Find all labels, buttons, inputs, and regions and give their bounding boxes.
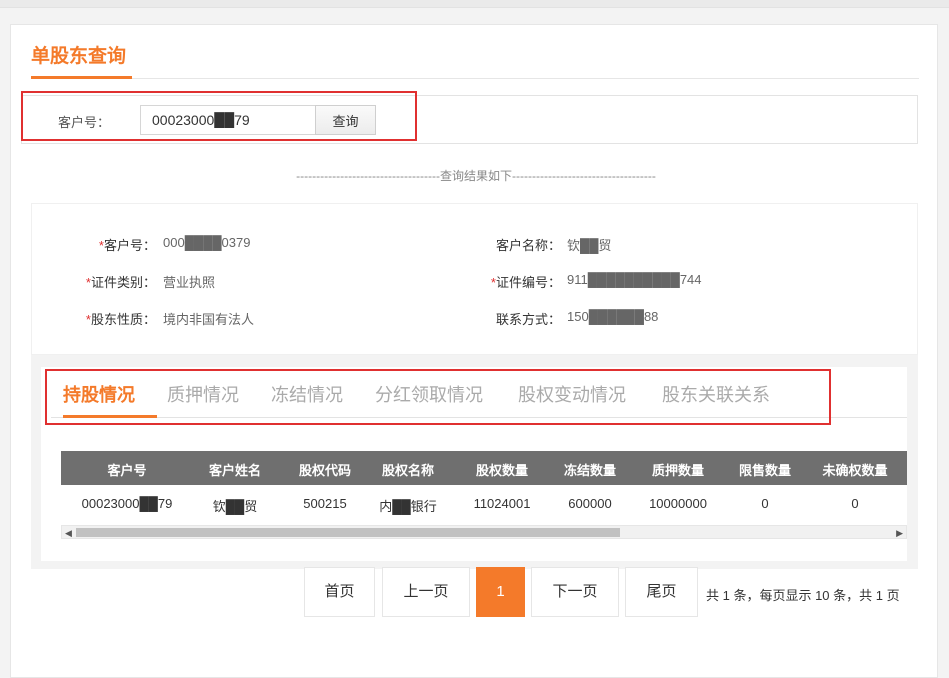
- col-customer-no[interactable]: 客户号: [71, 460, 183, 479]
- customer-no-input[interactable]: [140, 105, 316, 135]
- contact-label: 联系方式：: [495, 312, 561, 327]
- result-divider: ------------------------------------查询结果…: [296, 169, 656, 183]
- last-page-button[interactable]: 尾页: [625, 567, 698, 617]
- tabs-panel: 持股情况 质押情况 冻结情况 分红领取情况 股权变动情况 股东关联关系 客户号 …: [41, 367, 907, 561]
- cert-no-value: 911██████████744: [567, 272, 702, 287]
- tab-freeze[interactable]: 冻结情况: [271, 381, 343, 407]
- tab-holder-relation[interactable]: 股东关联关系: [662, 381, 770, 407]
- table-header: 客户号 客户姓名 股权代码 股权名称 股权数量 冻结数量 质押数量 限售数量 未…: [61, 451, 907, 485]
- top-bar: [0, 0, 949, 8]
- holder-nature-value: 境内非国有法人: [163, 312, 255, 327]
- search-panel: 客户号： 查询: [21, 95, 918, 144]
- cell-equity-qty: 11024001: [473, 496, 531, 511]
- holdings-table: 客户号 客户姓名 股权代码 股权名称 股权数量 冻结数量 质押数量 限售数量 未…: [61, 451, 907, 545]
- table-row[interactable]: 00023000██79 钦██贸 500215 内██银行 11024001 …: [61, 485, 907, 523]
- main-card: 单股东查询 客户号： 查询 --------------------------…: [10, 24, 938, 678]
- col-customer-name[interactable]: 客户姓名: [191, 460, 279, 479]
- col-freeze-qty[interactable]: 冻结数量: [546, 460, 634, 479]
- cell-customer-no: 00023000██79: [81, 496, 173, 511]
- tab-baseline: [51, 417, 907, 418]
- col-pledge-qty[interactable]: 质押数量: [634, 460, 722, 479]
- tab-equity-change[interactable]: 股权变动情况: [518, 381, 626, 407]
- col-equity-code[interactable]: 股权代码: [281, 460, 369, 479]
- tab-holdings[interactable]: 持股情况: [63, 381, 135, 407]
- customer-info-panel: *客户号： 000████0379 客户名称： 钦██贸 *证件类别： 营业执照…: [31, 203, 918, 355]
- cert-type-label: *证件类别：: [85, 275, 156, 290]
- contact-value: 150██████88: [567, 309, 659, 324]
- cell-unconfirmed-qty: 0: [851, 496, 859, 511]
- tab-pledge[interactable]: 质押情况: [167, 381, 239, 407]
- customer-no-value: 000████0379: [163, 235, 251, 250]
- tab-dividend[interactable]: 分红领取情况: [375, 381, 483, 407]
- scroll-left-icon[interactable]: ◀: [65, 528, 72, 539]
- col-restricted-qty[interactable]: 限售数量: [721, 460, 809, 479]
- customer-name-value: 钦██贸: [567, 238, 612, 253]
- holder-nature-label: *股东性质：: [85, 312, 156, 327]
- cert-type-value: 营业执照: [163, 275, 216, 290]
- cert-no-label: *证件编号：: [490, 275, 561, 290]
- first-page-button[interactable]: 首页: [304, 567, 375, 617]
- customer-name-label: 客户名称：: [495, 238, 561, 253]
- query-button[interactable]: 查询: [315, 105, 376, 135]
- cell-equity-code: 500215: [303, 496, 347, 511]
- tabs-area: 持股情况 质押情况 冻结情况 分红领取情况 股权变动情况 股东关联关系 客户号 …: [31, 355, 918, 569]
- scroll-right-icon[interactable]: ▶: [896, 528, 903, 539]
- cell-customer-name: 钦██贸: [212, 499, 258, 514]
- title-divider: [31, 78, 919, 79]
- cell-equity-name: 内██银行: [379, 499, 437, 514]
- active-tab-underline: [63, 415, 157, 418]
- next-page-button[interactable]: 下一页: [531, 567, 619, 617]
- cell-freeze-qty: 600000: [568, 496, 612, 511]
- search-label: 客户号：: [58, 115, 111, 130]
- prev-page-button[interactable]: 上一页: [382, 567, 470, 617]
- page-1-button[interactable]: 1: [476, 567, 525, 617]
- col-equity-qty[interactable]: 股权数量: [458, 460, 546, 479]
- col-unconfirmed-qty[interactable]: 未确权数量: [809, 460, 901, 479]
- horizontal-scrollbar[interactable]: ◀ ▶: [61, 525, 907, 539]
- cell-restricted-qty: 0: [761, 496, 769, 511]
- cell-pledge-qty: 10000000: [649, 496, 707, 511]
- title-underline: [31, 76, 132, 79]
- page-title: 单股东查询: [31, 46, 127, 67]
- col-equity-name[interactable]: 股权名称: [364, 460, 452, 479]
- pagination-summary: 共 1 条，每页显示 10 条，共 1 页: [706, 588, 900, 603]
- scrollbar-thumb[interactable]: [76, 528, 620, 537]
- customer-no-label: *客户号：: [98, 238, 156, 253]
